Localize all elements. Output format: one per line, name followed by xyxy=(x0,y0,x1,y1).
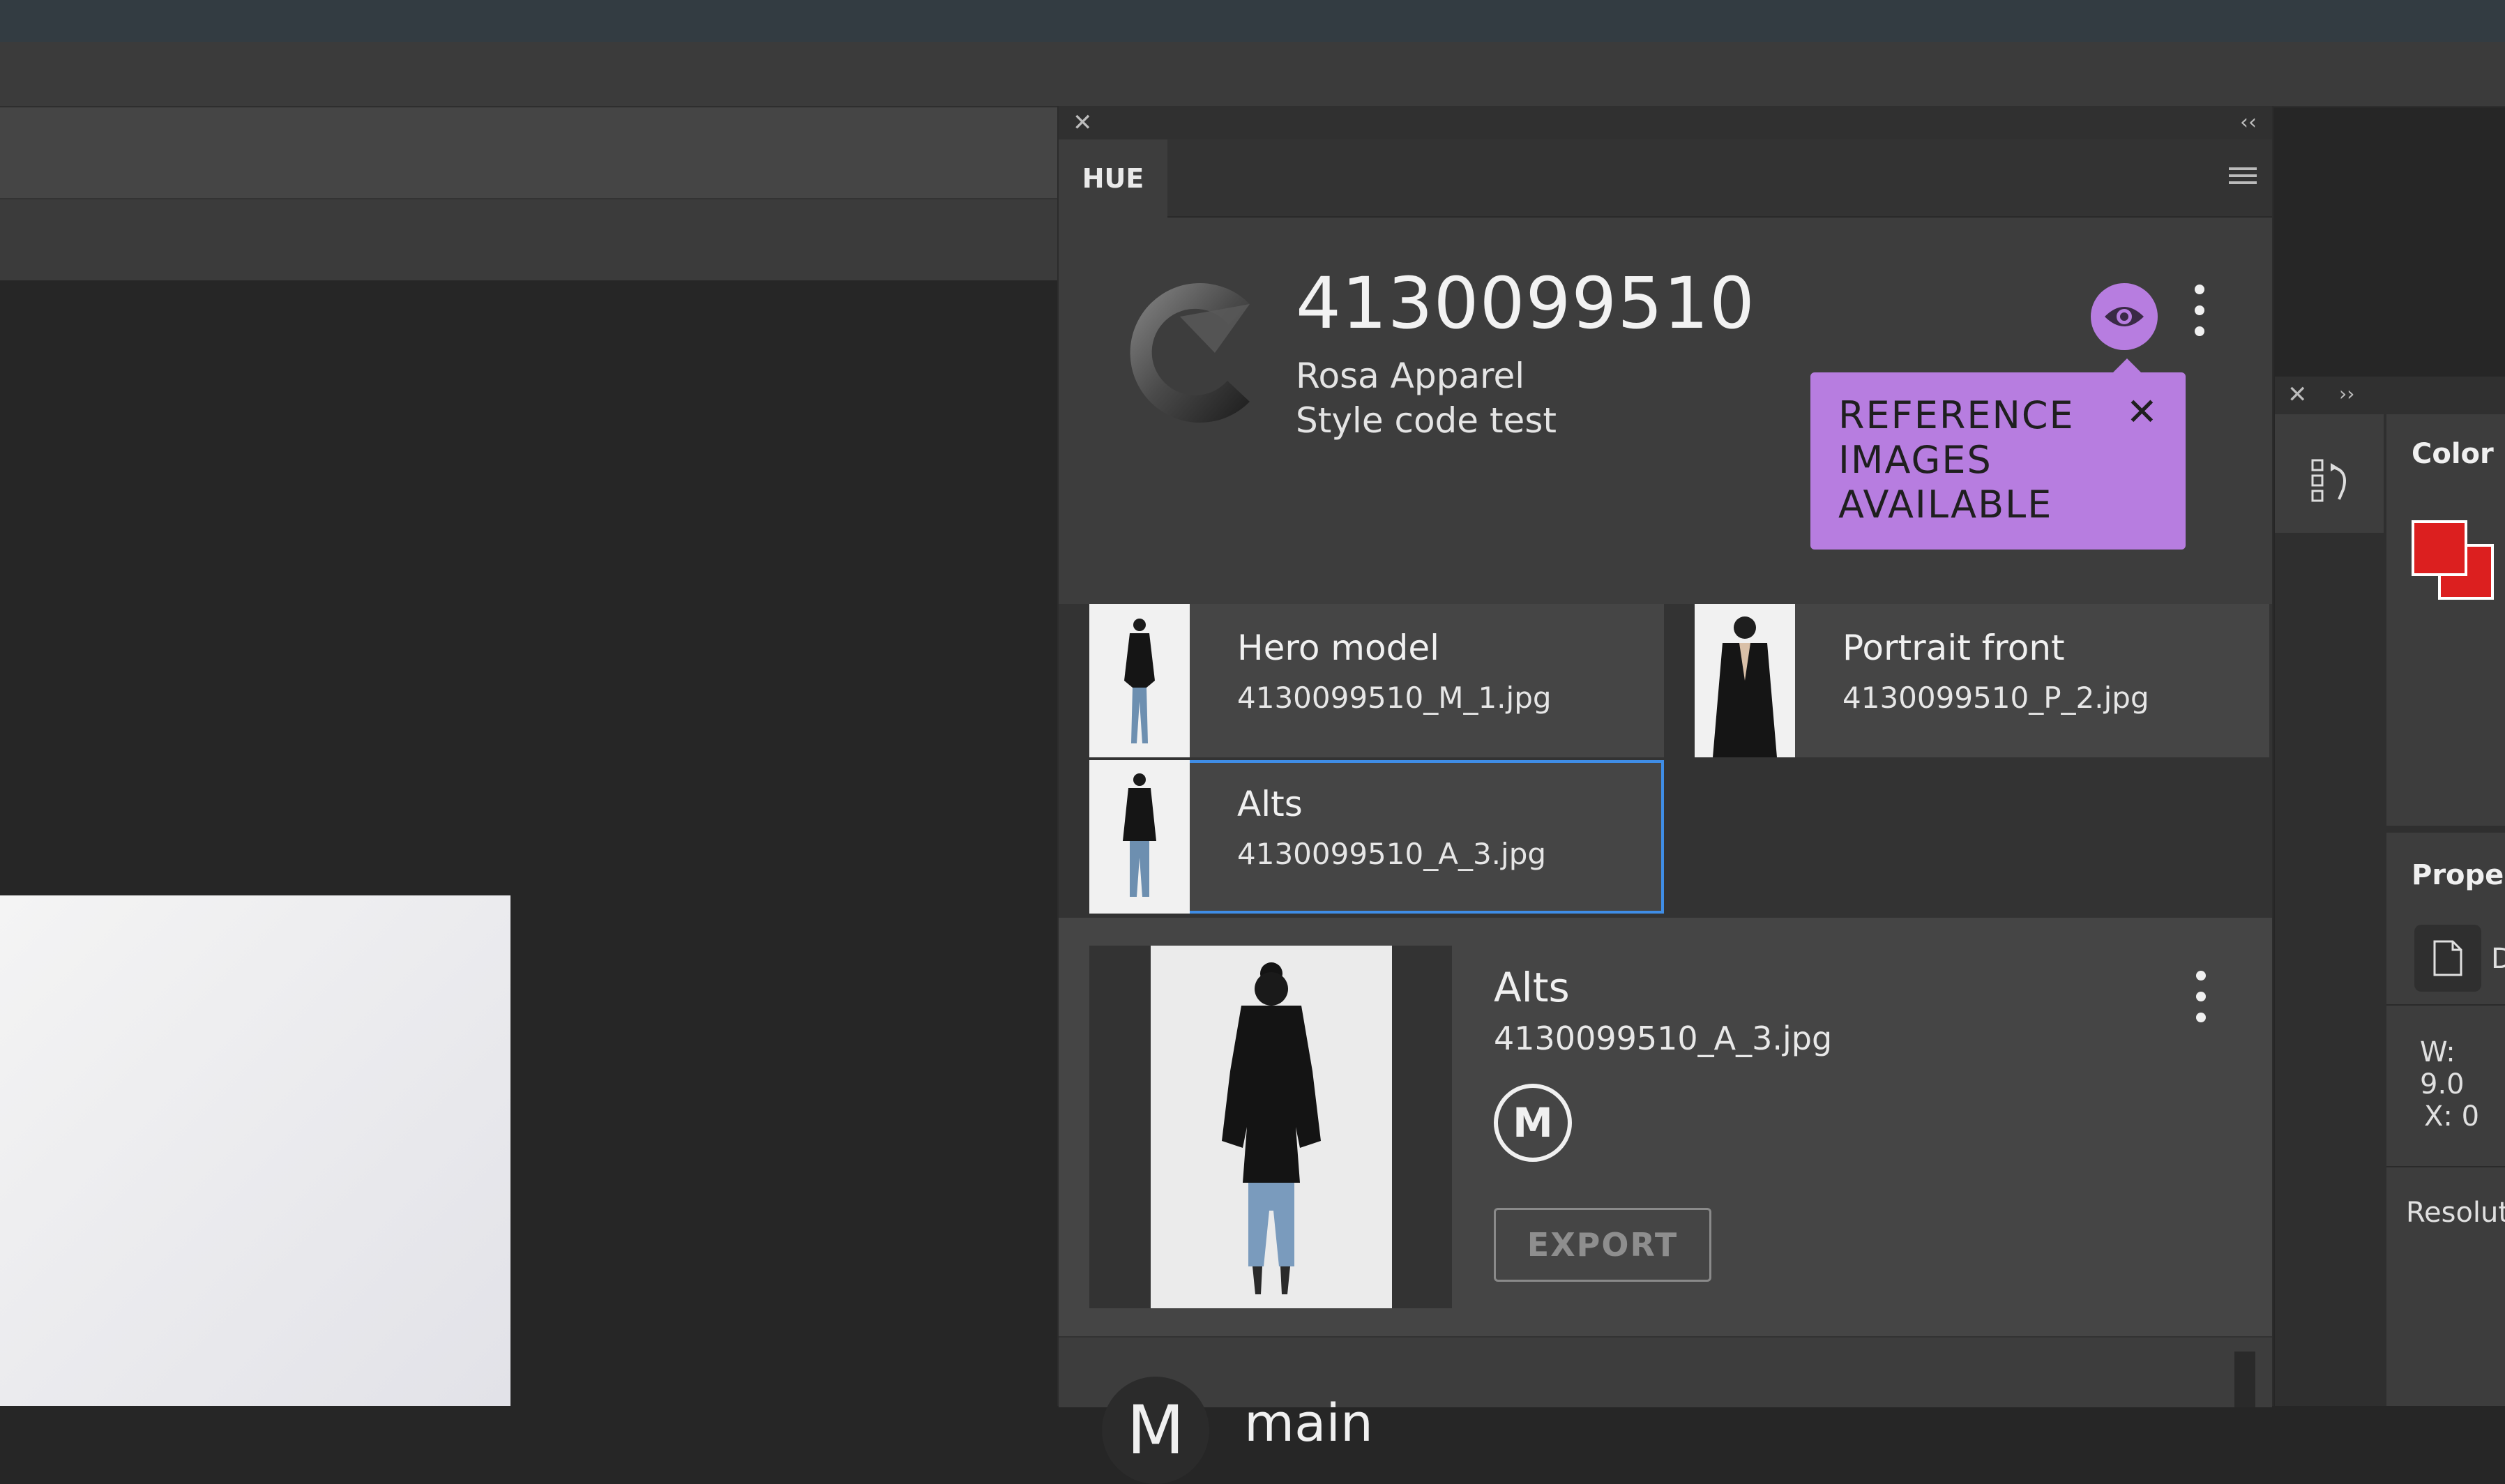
thumbnail-item-selected[interactable]: Alts 4130099510_A_3.jpg xyxy=(1061,760,1664,914)
thumbnail-item[interactable]: Hero model 4130099510_M_1.jpg xyxy=(1061,604,1664,757)
color-panel xyxy=(2386,414,2505,826)
reference-images-tooltip: REFERENCE IMAGES AVAILABLE ✕ xyxy=(1810,358,2186,550)
export-button[interactable]: EXPORT xyxy=(1494,1208,1711,1282)
color-panel-title: Color xyxy=(2412,438,2494,470)
tool-column xyxy=(2275,414,2384,533)
image-detail: Alts 4130099510_A_3.jpg M EXPORT xyxy=(1059,918,2272,1338)
panel-menu-icon[interactable] xyxy=(2229,167,2257,187)
tooltip-text: REFERENCE IMAGES AVAILABLE xyxy=(1838,393,2075,527)
master-badge: M xyxy=(1494,1084,1572,1162)
detail-photo xyxy=(1151,946,1392,1308)
tooltip-arrow xyxy=(2112,358,2142,374)
thumbnail-filename: 4130099510_P_2.jpg xyxy=(1842,681,2149,715)
thumbnail-image xyxy=(1695,604,1795,757)
style-code: 4130099510 xyxy=(1296,262,1755,345)
document-canvas[interactable] xyxy=(0,895,510,1406)
right-panel-expand-icon[interactable]: ›› xyxy=(2339,382,2354,405)
options-bar xyxy=(0,42,2505,107)
width-field[interactable]: W: 9.0 xyxy=(2420,1036,2505,1100)
branch-name: main xyxy=(1244,1393,1373,1453)
thumbnail-title: Alts xyxy=(1237,784,1303,824)
properties-panel-title: Proper xyxy=(2412,859,2505,891)
brand-name: Rosa Apparel xyxy=(1296,356,1525,396)
tab-hue[interactable]: HUE xyxy=(1059,139,1167,218)
thumbnail-image xyxy=(1089,604,1190,757)
more-options-icon[interactable] xyxy=(2193,285,2207,343)
thumbnail-title: Hero model xyxy=(1237,628,1439,668)
brand-logo-icon xyxy=(1130,283,1250,423)
hue-panel: ✕ ‹‹ HUE 4130099510 Rosa Apparel Style c… xyxy=(1057,106,2273,1484)
thumbnail-image xyxy=(1089,760,1190,914)
thumbnail-filename: 4130099510_M_1.jpg xyxy=(1237,681,1552,715)
close-icon[interactable]: ✕ xyxy=(1073,110,1093,135)
history-icon[interactable] xyxy=(2310,456,2353,506)
branch-row[interactable]: M main xyxy=(1059,1338,2272,1484)
app-top-bar xyxy=(0,0,2505,42)
panel-tab-bar: HUE xyxy=(1059,139,2272,218)
document-tab-bar xyxy=(0,107,1060,199)
panel-title-bar: ✕ ‹‹ xyxy=(1059,106,2272,139)
document-icon[interactable] xyxy=(2414,925,2481,992)
divider xyxy=(2386,1166,2505,1167)
divider xyxy=(2386,1004,2505,1006)
thumbnail-title: Portrait front xyxy=(1842,628,2065,668)
image-grid: Hero model 4130099510_M_1.jpg Portrait f… xyxy=(1059,604,2272,918)
detail-title: Alts xyxy=(1494,964,1570,1011)
reference-images-button[interactable] xyxy=(2091,283,2158,350)
tooltip-close-icon[interactable]: ✕ xyxy=(2126,393,2158,431)
eye-icon xyxy=(2105,307,2144,326)
export-button-label: EXPORT xyxy=(1527,1226,1679,1264)
style-subtitle: Style code test xyxy=(1296,400,1557,441)
right-panel-title-bar xyxy=(2275,377,2505,414)
scrollbar[interactable] xyxy=(2234,1352,2255,1407)
collapse-icon[interactable]: ‹‹ xyxy=(2240,110,2257,135)
detail-more-options-icon[interactable] xyxy=(2194,971,2208,1029)
branch-avatar: M xyxy=(1102,1377,1209,1484)
detail-filename: 4130099510_A_3.jpg xyxy=(1494,1020,1833,1057)
foreground-color-swatch[interactable] xyxy=(2412,520,2467,576)
thumbnail-filename: 4130099510_A_3.jpg xyxy=(1237,837,1547,871)
ruler-area xyxy=(0,199,1060,280)
tab-hue-label: HUE xyxy=(1082,163,1144,194)
detail-preview[interactable] xyxy=(1089,946,1452,1308)
master-badge-label: M xyxy=(1513,1099,1553,1146)
x-field[interactable]: X: 0 xyxy=(2424,1100,2479,1133)
right-panel-close-icon[interactable]: ✕ xyxy=(2287,381,2308,409)
resolution-label: Resolut xyxy=(2406,1197,2505,1229)
document-type-label: D xyxy=(2491,943,2505,975)
thumbnail-item[interactable]: Portrait front 4130099510_P_2.jpg xyxy=(1667,604,2269,757)
